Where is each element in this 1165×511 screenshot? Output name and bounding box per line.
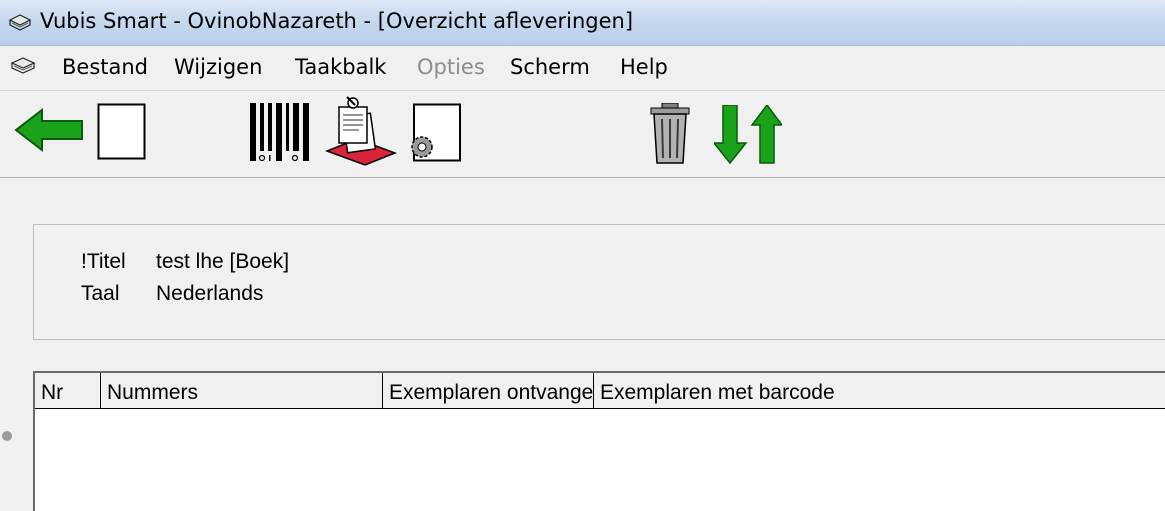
sort-up-down-icon[interactable] <box>714 105 782 165</box>
trash-icon[interactable] <box>650 103 690 165</box>
new-document-icon[interactable] <box>97 103 147 161</box>
receive-issue-icon[interactable] <box>325 95 397 167</box>
menu-taakbalk[interactable]: Taakbalk <box>295 55 386 79</box>
menu-bestand[interactable]: Bestand <box>62 55 148 79</box>
field-value-titel: test lhe [Boek] <box>156 250 290 273</box>
document-settings-icon[interactable] <box>406 103 462 163</box>
column-header-nummers[interactable]: Nummers <box>101 373 383 409</box>
back-arrow-icon[interactable] <box>14 108 86 152</box>
vubis-book-icon[interactable] <box>8 12 32 34</box>
column-header-exemplaren-ontvangen[interactable]: Exemplaren ontvangen <box>383 373 594 409</box>
current-row-indicator <box>2 431 12 441</box>
field-label-titel: !Titel <box>81 250 126 273</box>
issues-grid[interactable]: Nr Nummers Exemplaren ontvangen Exemplar… <box>33 371 1165 511</box>
column-header-nr[interactable]: Nr <box>35 373 101 409</box>
vubis-book-icon[interactable] <box>10 55 36 77</box>
record-info-panel: !Titel test lhe [Boek] Taal Nederlands <box>33 224 1165 340</box>
field-value-taal: Nederlands <box>156 282 264 305</box>
row-selector-strip <box>0 395 12 505</box>
menu-scherm[interactable]: Scherm <box>510 55 590 79</box>
menu-bar: Bestand Wijzigen Taakbalk Opties Scherm … <box>0 46 1165 91</box>
title-bar: Vubis Smart - OvinobNazareth - [Overzich… <box>0 0 1165 46</box>
column-header-exemplaren-met-barcode[interactable]: Exemplaren met barcode <box>594 373 1165 409</box>
menu-wijzigen[interactable]: Wijzigen <box>174 55 262 79</box>
barcode-icon[interactable] <box>250 103 324 163</box>
menu-opties: Opties <box>417 55 485 79</box>
field-label-taal: Taal <box>81 282 120 305</box>
window-title: Vubis Smart - OvinobNazareth - [Overzich… <box>40 9 634 33</box>
toolbar <box>0 91 1165 178</box>
menu-help[interactable]: Help <box>620 55 668 79</box>
